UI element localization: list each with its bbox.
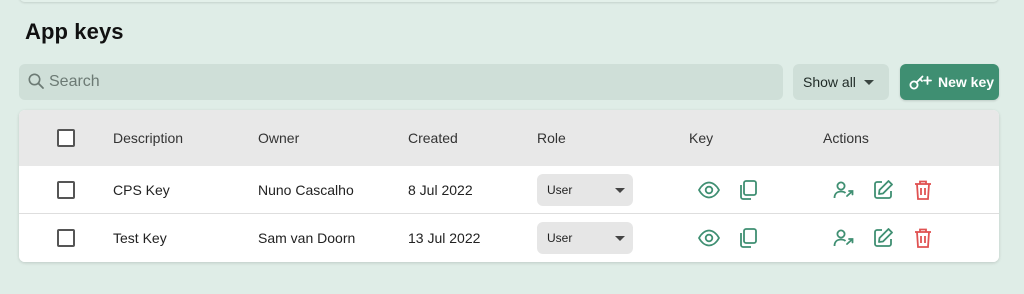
row-checkbox[interactable]: [57, 229, 75, 247]
role-dropdown-value: User: [547, 183, 573, 197]
chevron-down-icon: [615, 188, 625, 193]
eye-icon[interactable]: [697, 226, 721, 250]
role-dropdown-value: User: [547, 231, 573, 245]
edit-icon[interactable]: [871, 178, 895, 202]
row-created: 13 Jul 2022: [408, 230, 481, 246]
role-dropdown[interactable]: User: [537, 174, 633, 206]
select-all-checkbox[interactable]: [57, 129, 75, 147]
user-transfer-icon[interactable]: [832, 178, 856, 202]
copy-icon[interactable]: [736, 178, 760, 202]
row-owner: Nuno Cascalho: [258, 182, 354, 198]
role-dropdown[interactable]: User: [537, 222, 633, 254]
row-description: Test Key: [113, 230, 167, 246]
trash-icon[interactable]: [911, 178, 935, 202]
column-header-key: Key: [689, 130, 714, 146]
row-created: 8 Jul 2022: [408, 182, 473, 198]
chevron-down-icon: [864, 80, 874, 85]
search-input[interactable]: [49, 64, 769, 100]
new-key-button[interactable]: New key: [900, 64, 999, 100]
column-header-description: Description: [113, 130, 184, 146]
column-header-actions: Actions: [823, 130, 869, 146]
edit-icon[interactable]: [871, 226, 895, 250]
row-description: CPS Key: [113, 182, 170, 198]
row-checkbox[interactable]: [57, 181, 75, 199]
app-keys-table: Description Owner Created Role Key Actio…: [19, 110, 999, 262]
chevron-down-icon: [615, 236, 625, 241]
copy-icon[interactable]: [736, 226, 760, 250]
user-transfer-icon[interactable]: [832, 226, 856, 250]
search-box[interactable]: [19, 64, 783, 100]
new-key-button-label: New key: [938, 74, 995, 90]
search-icon: [27, 72, 45, 90]
page-title: App keys: [25, 19, 124, 44]
table-header: Description Owner Created Role Key Actio…: [19, 110, 999, 166]
trash-icon[interactable]: [911, 226, 935, 250]
eye-icon[interactable]: [697, 178, 721, 202]
filter-dropdown[interactable]: Show all: [793, 64, 889, 100]
filter-dropdown-label: Show all: [803, 74, 856, 90]
column-header-owner: Owner: [258, 130, 300, 146]
column-header-created: Created: [408, 130, 458, 146]
table-row: CPS Key Nuno Cascalho 8 Jul 2022 User: [19, 166, 999, 214]
top-card-edge: [19, 0, 999, 2]
row-owner: Sam van Doorn: [258, 230, 356, 246]
key-plus-icon: [908, 73, 932, 91]
column-header-role: Role: [537, 130, 566, 146]
table-row: Test Key Sam van Doorn 13 Jul 2022 User: [19, 214, 999, 262]
